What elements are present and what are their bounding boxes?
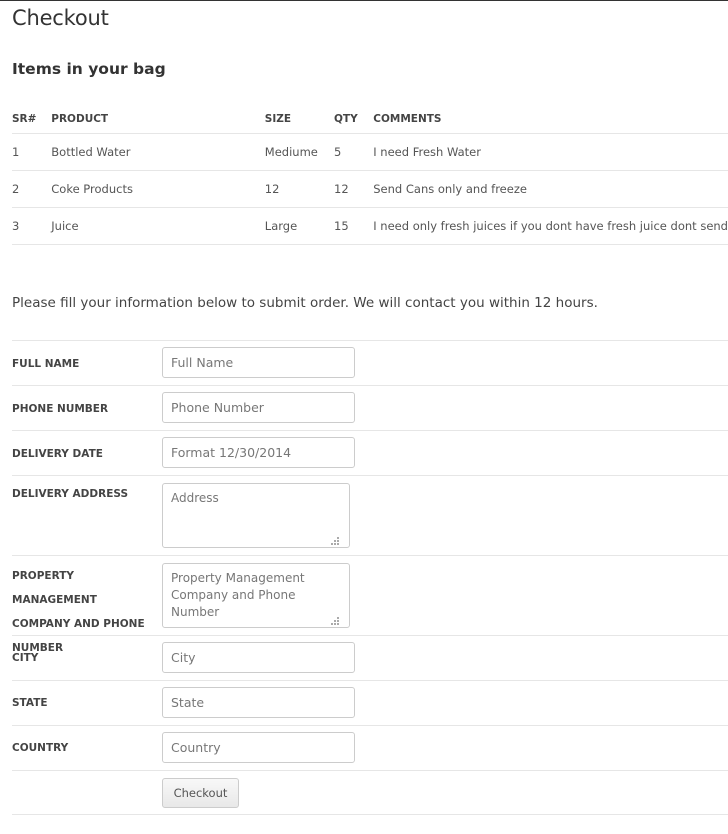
form-row-property-management: PROPERTY MANAGEMENT COMPANY AND PHONE NU…	[12, 555, 728, 654]
table-row: 1 Bottled Water Mediume 5 I need Fresh W…	[12, 133, 728, 171]
cell-qty: 5	[334, 133, 374, 171]
cell-comments: Send Cans only and freeze	[373, 170, 728, 208]
state-input[interactable]	[162, 687, 355, 718]
delivery-address-textarea[interactable]	[162, 483, 350, 548]
cell-sr: 1	[12, 133, 52, 171]
form-row-full-name: FULL NAME	[12, 340, 728, 385]
phone-input[interactable]	[162, 392, 355, 423]
resize-handle-icon[interactable]	[330, 536, 340, 546]
form-row-delivery-address: DELIVERY ADDRESS	[12, 475, 728, 555]
delivery-address-label: DELIVERY ADDRESS	[12, 488, 129, 500]
cell-product: Juice	[51, 207, 265, 245]
cell-product: Coke Products	[51, 170, 265, 208]
items-table-header-row: SR# PRODUCT SIZE QTY COMMENTS	[12, 105, 728, 134]
city-label: CITY	[12, 652, 39, 664]
form-row-country: COUNTRY	[12, 725, 728, 770]
page-title: Checkout	[12, 6, 109, 30]
items-table: SR# PRODUCT SIZE QTY COMMENTS 1 Bottled …	[12, 105, 728, 245]
city-input[interactable]	[162, 642, 355, 673]
cell-sr: 3	[12, 207, 52, 245]
resize-handle-icon[interactable]	[330, 616, 340, 626]
cell-sr: 2	[12, 170, 52, 208]
column-header-size: SIZE	[264, 105, 334, 134]
checkout-button[interactable]: Checkout	[162, 778, 239, 808]
column-header-qty: QTY	[334, 105, 374, 134]
cell-product: Bottled Water	[51, 133, 265, 171]
cell-qty: 12	[334, 170, 374, 208]
cell-size: Mediume	[264, 133, 334, 171]
column-header-comments: COMMENTS	[373, 105, 728, 134]
cell-comments: I need Fresh Water	[373, 133, 728, 171]
items-section-title: Items in your bag	[12, 60, 166, 78]
country-input[interactable]	[162, 732, 355, 763]
order-instructions: Please fill your information below to su…	[12, 295, 598, 311]
property-management-textarea[interactable]	[162, 563, 350, 628]
column-header-sr: SR#	[12, 105, 52, 134]
cell-comments: I need only fresh juices if you dont hav…	[373, 207, 728, 245]
form-row-submit: Checkout	[12, 770, 728, 815]
cell-size: 12	[264, 170, 334, 208]
delivery-date-input[interactable]	[162, 437, 355, 468]
table-row: 2 Coke Products 12 12 Send Cans only and…	[12, 170, 728, 208]
full-name-input[interactable]	[162, 347, 355, 378]
table-row: 3 Juice Large 15 I need only fresh juice…	[12, 207, 728, 245]
phone-label: PHONE NUMBER	[12, 403, 109, 415]
form-row-city: CITY	[12, 635, 728, 680]
form-row-delivery-date: DELIVERY DATE	[12, 430, 728, 475]
country-label: COUNTRY	[12, 742, 69, 754]
full-name-label: FULL NAME	[12, 358, 80, 370]
form-row-state: STATE	[12, 680, 728, 725]
cell-qty: 15	[334, 207, 374, 245]
state-label: STATE	[12, 697, 48, 709]
delivery-date-label: DELIVERY DATE	[12, 448, 103, 460]
cell-size: Large	[264, 207, 334, 245]
form-row-phone: PHONE NUMBER	[12, 385, 728, 430]
order-form: FULL NAME PHONE NUMBER DELIVERY DATE DEL…	[12, 340, 728, 815]
column-header-product: PRODUCT	[51, 105, 265, 134]
